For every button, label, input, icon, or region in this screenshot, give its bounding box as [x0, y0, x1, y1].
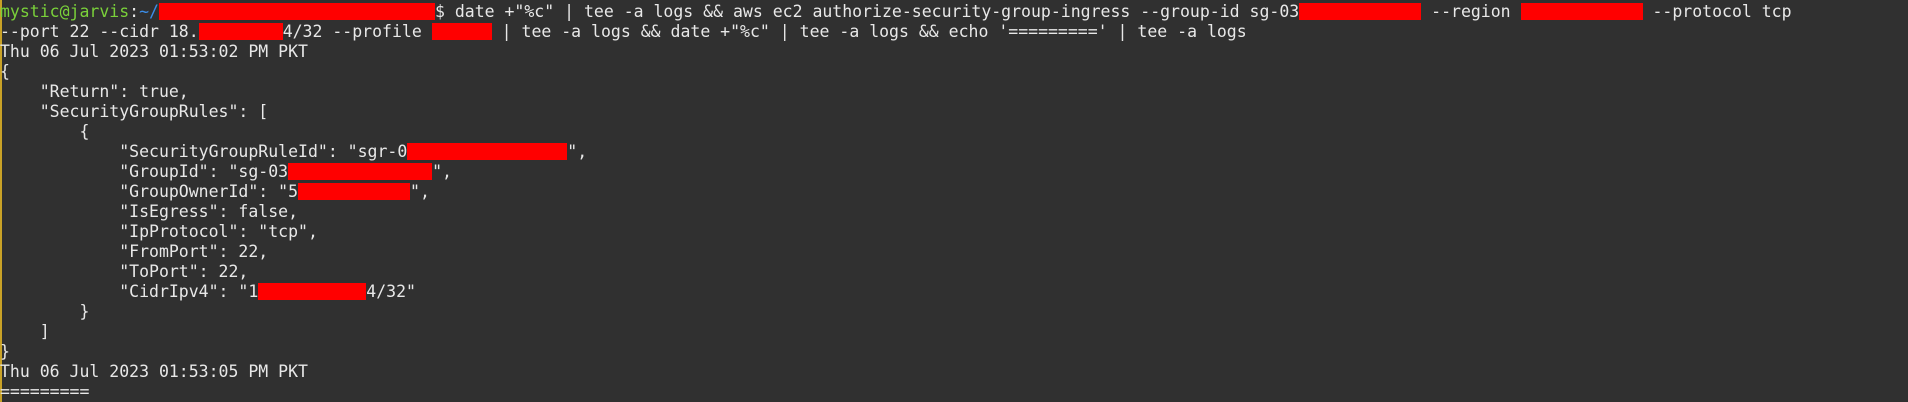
json-text: ", — [410, 182, 430, 201]
date-output-start: Thu 06 Jul 2023 01:53:02 PM PKT — [0, 42, 308, 61]
json-text: 4/32" — [366, 282, 416, 301]
json-is-egress: "IsEgress": false, — [0, 202, 299, 221]
redaction-box — [158, 3, 435, 20]
json-group-owner-id: "GroupOwnerId": "5 ", — [0, 182, 430, 202]
json-text: "GroupOwnerId": "5 — [0, 182, 299, 201]
redaction-box — [407, 143, 568, 160]
command-text: date +"%c" | tee -a logs && aws ec2 auth… — [444, 2, 1300, 21]
json-return: "Return": true, — [0, 82, 189, 101]
json-from-port: "FromPort": 22, — [0, 242, 269, 261]
json-group-id: "GroupId": "sg-03 ", — [0, 162, 452, 182]
command-text: --protocol tcp — [1642, 2, 1792, 21]
json-cidr-ipv4: "CidrIpv4": "1 4/32" — [0, 282, 416, 302]
json-open-brace: { — [0, 62, 10, 81]
json-text: "CidrIpv4": "1 — [0, 282, 259, 301]
command-text: 4/32 --profile — [282, 22, 432, 41]
json-text: ", — [432, 162, 452, 181]
date-output-end: Thu 06 Jul 2023 01:53:05 PM PKT — [0, 362, 308, 381]
json-text: ", — [567, 142, 588, 161]
prompt-user-host: mystic@jarvis — [0, 2, 130, 21]
separator-output: ========= — [0, 382, 90, 401]
redaction-box — [198, 23, 283, 40]
prompt-separator: : — [129, 2, 140, 21]
json-text: "SecurityGroupRuleId": "sgr-0 — [0, 142, 408, 161]
redaction-box — [298, 183, 411, 200]
command-text: --port 22 --cidr 18. — [0, 22, 199, 41]
redaction-box — [1520, 3, 1643, 20]
redaction-box — [431, 23, 492, 40]
json-text: "GroupId": "sg-03 — [0, 162, 289, 181]
json-array-close: ] — [0, 322, 50, 341]
json-close-brace: } — [0, 342, 10, 361]
command-line-2: --port 22 --cidr 18. 4/32 --profile | tee… — [0, 22, 1247, 42]
json-inner-open: { — [0, 122, 90, 141]
json-rule-id: "SecurityGroupRuleId": "sgr-0 ", — [0, 142, 587, 162]
json-inner-close: } — [0, 302, 90, 321]
prompt-path: ~/ — [139, 2, 159, 21]
terminal-window[interactable]: mystic@jarvis:~/ $ date +"%c" | tee -a lo… — [0, 0, 1908, 402]
redaction-box — [258, 283, 367, 300]
redaction-box — [288, 163, 433, 180]
json-ip-protocol: "IpProtocol": "tcp", — [0, 222, 318, 241]
command-text: | tee -a logs && date +"%c" | tee -a log… — [491, 22, 1247, 41]
redaction-box — [1299, 3, 1422, 20]
command-line-1: mystic@jarvis:~/ $ date +"%c" | tee -a lo… — [0, 2, 1792, 22]
json-security-group-rules: "SecurityGroupRules": [ — [0, 102, 269, 121]
command-text: --region — [1421, 2, 1521, 21]
prompt-dollar: $ — [434, 2, 445, 21]
json-to-port: "ToPort": 22, — [0, 262, 249, 281]
